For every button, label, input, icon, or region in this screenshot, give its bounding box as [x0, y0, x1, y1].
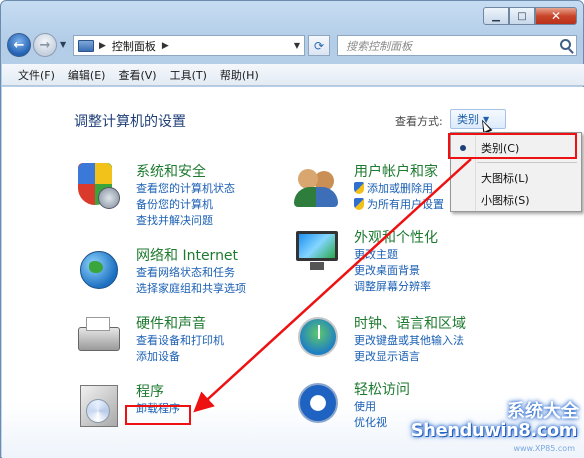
view-by-dropdown[interactable]: 类别 ▼ — [450, 109, 506, 129]
highlight-box-uninstall — [125, 405, 191, 425]
category-link[interactable]: 备份您的计算机 — [136, 197, 235, 213]
category-title[interactable]: 用户帐户和家 — [354, 163, 444, 181]
category-link[interactable]: 查看您的计算机状态 — [136, 181, 235, 197]
category-link[interactable]: 更改键盘或其他输入法 — [354, 333, 466, 349]
category-network-internet: 网络和 Internet 查看网络状态和任务 选择家庭组和共享选项 — [76, 247, 246, 297]
clock-globe-icon[interactable] — [294, 315, 340, 361]
category-title[interactable]: 硬件和声音 — [136, 315, 224, 333]
security-shield-icon[interactable] — [76, 163, 122, 209]
minimize-button[interactable]: ▁ — [483, 7, 509, 25]
watermark-url: www.XP85.com — [513, 444, 575, 453]
close-button[interactable]: ✕ — [535, 7, 577, 25]
window-frame: ▁ □ ✕ ← → ▼ ▶ 控制面板 ▶ ▼ ⟳ 搜索控制面板 文件(F) 编辑… — [0, 0, 584, 458]
category-link[interactable]: 更改显示语言 — [354, 349, 466, 365]
category-link-text[interactable]: 添加或删除用 — [367, 182, 433, 195]
arrow-right-icon: → — [39, 37, 51, 53]
category-link[interactable]: 添加或删除用 — [354, 181, 444, 197]
history-dropdown-icon[interactable]: ▼ — [60, 40, 66, 49]
category-hardware-sound: 硬件和声音 查看设备和打印机 添加设备 — [76, 315, 224, 365]
ease-of-access-icon[interactable] — [294, 381, 340, 427]
category-appearance: 外观和个性化 更改主题 更改桌面背景 调整屏幕分辨率 — [294, 229, 438, 295]
highlight-box-category — [448, 133, 577, 159]
category-title[interactable]: 系统和安全 — [136, 163, 235, 181]
category-link[interactable]: 使用 — [354, 399, 410, 415]
forward-button[interactable]: → — [33, 33, 57, 57]
category-link[interactable]: 查看网络状态和任务 — [136, 265, 246, 281]
menu-divider — [477, 162, 577, 163]
address-bar[interactable]: ▶ 控制面板 ▶ ▼ — [73, 35, 305, 56]
maximize-button[interactable]: □ — [509, 7, 535, 25]
category-title[interactable]: 网络和 Internet — [136, 247, 246, 265]
category-title[interactable]: 轻松访问 — [354, 381, 410, 399]
arrow-left-icon: ← — [13, 37, 25, 53]
category-link[interactable]: 调整屏幕分辨率 — [354, 279, 438, 295]
category-link[interactable]: 查找并解决问题 — [136, 213, 235, 229]
control-panel-icon — [78, 39, 94, 52]
page-title: 调整计算机的设置 — [74, 114, 186, 130]
category-link[interactable]: 添加设备 — [136, 349, 224, 365]
search-box[interactable]: 搜索控制面板 — [337, 35, 577, 56]
back-button[interactable]: ← — [7, 33, 31, 57]
category-ease-of-access: 轻松访问 使用 优化视 — [294, 381, 410, 431]
uac-shield-icon — [354, 182, 364, 194]
window-controls: ▁ □ ✕ — [483, 7, 577, 25]
category-title[interactable]: 时钟、语言和区域 — [354, 315, 466, 333]
users-icon[interactable] — [294, 163, 340, 209]
category-link[interactable]: 更改主题 — [354, 247, 438, 263]
menu-item-small-icons[interactable]: 小图标(S) — [481, 192, 530, 208]
menu-view[interactable]: 查看(V) — [118, 67, 156, 83]
category-link[interactable]: 更改桌面背景 — [354, 263, 438, 279]
view-by-label: 查看方式: — [395, 115, 443, 128]
refresh-icon: ⟳ — [313, 38, 325, 53]
menu-edit[interactable]: 编辑(E) — [68, 67, 106, 83]
watermark-brand: Shenduwin8.com — [410, 420, 578, 441]
category-link[interactable]: 优化视 — [354, 415, 410, 431]
menu-help[interactable]: 帮助(H) — [220, 67, 259, 83]
search-icon[interactable] — [560, 39, 571, 50]
refresh-button[interactable]: ⟳ — [308, 35, 330, 56]
category-title[interactable]: 外观和个性化 — [354, 229, 438, 247]
category-title[interactable]: 程序 — [136, 383, 180, 401]
menu-tools[interactable]: 工具(T) — [170, 67, 207, 83]
programs-box-icon[interactable] — [76, 383, 122, 429]
category-clock-language: 时钟、语言和区域 更改键盘或其他输入法 更改显示语言 — [294, 315, 466, 365]
printer-icon[interactable] — [76, 315, 122, 361]
search-input[interactable]: 搜索控制面板 — [346, 38, 412, 54]
category-link-text[interactable]: 为所有用户设置 — [367, 198, 444, 211]
menu-bar: 文件(F) 编辑(E) 查看(V) 工具(T) 帮助(H) — [2, 64, 584, 86]
category-user-accounts: 用户帐户和家 添加或删除用 为所有用户设置 — [294, 163, 444, 213]
menu-file[interactable]: 文件(F) — [18, 67, 55, 83]
category-system-security: 系统和安全 查看您的计算机状态 备份您的计算机 查找并解决问题 — [76, 163, 235, 229]
breadcrumb-separator[interactable]: ▶ — [162, 41, 169, 51]
address-dropdown-icon[interactable]: ▼ — [294, 41, 300, 50]
breadcrumb-control-panel[interactable]: 控制面板 — [112, 38, 156, 54]
monitor-icon[interactable] — [294, 229, 340, 275]
view-by-value[interactable]: 类别 — [457, 111, 479, 127]
uac-shield-icon — [354, 198, 364, 210]
category-link[interactable]: 为所有用户设置 — [354, 197, 444, 213]
breadcrumb-separator[interactable]: ▶ — [99, 41, 106, 51]
category-link[interactable]: 查看设备和打印机 — [136, 333, 224, 349]
category-link[interactable]: 选择家庭组和共享选项 — [136, 281, 246, 297]
menu-item-large-icons[interactable]: 大图标(L) — [481, 170, 529, 186]
network-globe-icon[interactable] — [76, 247, 122, 293]
